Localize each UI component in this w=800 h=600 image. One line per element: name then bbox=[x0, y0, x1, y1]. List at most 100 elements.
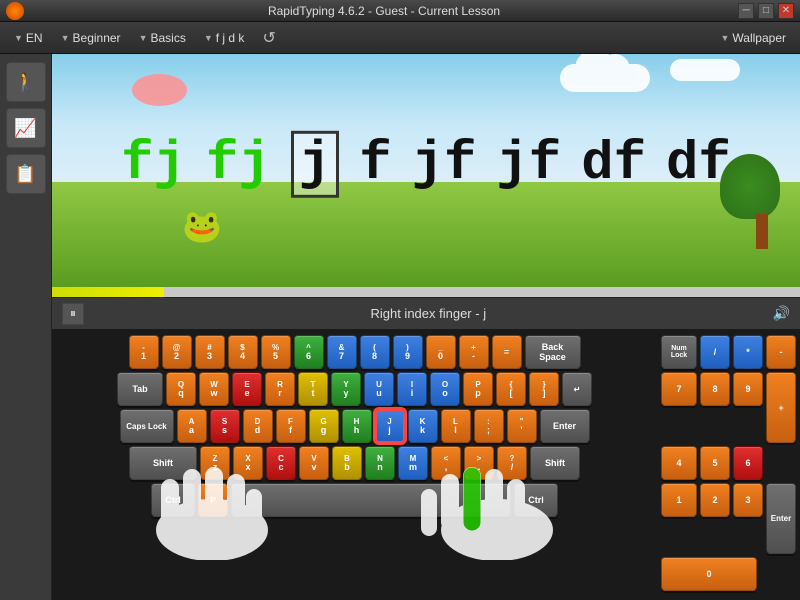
key-shift-left[interactable]: Shift bbox=[129, 446, 197, 480]
key-w[interactable]: Ww bbox=[199, 372, 229, 406]
window-controls: ─ □ ✕ bbox=[738, 3, 794, 19]
key-slash[interactable]: ?/ bbox=[497, 446, 527, 480]
key-num-2[interactable]: 2 bbox=[700, 483, 730, 517]
key-5[interactable]: %5 bbox=[261, 335, 291, 369]
close-button[interactable]: ✕ bbox=[778, 3, 794, 19]
key-bracket[interactable]: = bbox=[492, 335, 522, 369]
sidebar-item-courses[interactable]: 📋 bbox=[6, 154, 46, 194]
main-area: 🚶 📈 📋 bbox=[0, 54, 800, 600]
key-num-8[interactable]: 8 bbox=[700, 372, 730, 406]
key-period[interactable]: >. bbox=[464, 446, 494, 480]
key-l[interactable]: Ll bbox=[441, 409, 471, 443]
numpad-row-4: 1 2 3 Enter bbox=[661, 483, 796, 554]
key-b[interactable]: Bb bbox=[332, 446, 362, 480]
keyboard-row-bottom: Ctrl P Ctrl bbox=[56, 483, 653, 517]
pause-button[interactable]: ⏸ bbox=[62, 303, 84, 325]
numpad-row-1: NumLock / * - bbox=[661, 335, 796, 369]
key-tab[interactable]: Tab bbox=[117, 372, 163, 406]
key-rbracket[interactable]: }] bbox=[529, 372, 559, 406]
key-x[interactable]: Xx bbox=[233, 446, 263, 480]
minimize-button[interactable]: ─ bbox=[738, 3, 754, 19]
level-selector[interactable]: ▼ Beginner bbox=[55, 29, 127, 47]
key-ctrl-left[interactable]: Ctrl bbox=[151, 483, 195, 517]
key-num-minus[interactable]: - bbox=[766, 335, 796, 369]
progress-bar bbox=[52, 287, 164, 297]
language-selector[interactable]: ▼ EN bbox=[8, 29, 49, 47]
key-fn[interactable]: P bbox=[198, 483, 228, 517]
key-eq[interactable]: +- bbox=[459, 335, 489, 369]
key-caps[interactable]: Caps Lock bbox=[120, 409, 174, 443]
key-num-6[interactable]: 6 bbox=[733, 446, 763, 480]
keyboard-main: -1 @2 #3 $4 %5 ^6 &7 (8 )9 _0 +- = bbox=[56, 335, 796, 594]
key-h[interactable]: Hh bbox=[342, 409, 372, 443]
key-num-star[interactable]: * bbox=[733, 335, 763, 369]
key-i[interactable]: Ii bbox=[397, 372, 427, 406]
key-quote[interactable]: "' bbox=[507, 409, 537, 443]
key-spacebar[interactable] bbox=[231, 483, 511, 517]
key-c[interactable]: Cc bbox=[266, 446, 296, 480]
key-q[interactable]: Qq bbox=[166, 372, 196, 406]
sidebar-item-stats[interactable]: 📈 bbox=[6, 108, 46, 148]
key-m[interactable]: Mm bbox=[398, 446, 428, 480]
key-k[interactable]: Kk bbox=[408, 409, 438, 443]
key-enter[interactable]: Enter bbox=[540, 409, 590, 443]
key-num-1[interactable]: 1 bbox=[661, 483, 697, 517]
sidebar: 🚶 📈 📋 bbox=[0, 54, 52, 600]
key-num-slash[interactable]: / bbox=[700, 335, 730, 369]
maximize-button[interactable]: □ bbox=[758, 3, 774, 19]
key-z[interactable]: Zz bbox=[200, 446, 230, 480]
key-num-5[interactable]: 5 bbox=[700, 446, 730, 480]
numpad: NumLock / * - 7 8 9 + 4 bbox=[661, 335, 796, 594]
key-num-3[interactable]: 3 bbox=[733, 483, 763, 517]
wallpaper-selector[interactable]: ▼ Wallpaper bbox=[715, 29, 793, 47]
key-s[interactable]: Ss bbox=[210, 409, 240, 443]
key-num-enter[interactable]: Enter bbox=[766, 483, 796, 554]
key-y[interactable]: Yy bbox=[331, 372, 361, 406]
key-num-plus[interactable]: + bbox=[766, 372, 796, 443]
key-7[interactable]: &7 bbox=[327, 335, 357, 369]
key-8[interactable]: (8 bbox=[360, 335, 390, 369]
key-minus[interactable]: -1 bbox=[129, 335, 159, 369]
key-u[interactable]: Uu bbox=[364, 372, 394, 406]
key-semicolon[interactable]: :; bbox=[474, 409, 504, 443]
sidebar-item-lesson[interactable]: 🚶 bbox=[6, 62, 46, 102]
key-ctrl-right[interactable]: Ctrl bbox=[514, 483, 558, 517]
key-0[interactable]: _0 bbox=[426, 335, 456, 369]
keyboard-wrapper: -1 @2 #3 $4 %5 ^6 &7 (8 )9 _0 +- = bbox=[52, 329, 800, 600]
key-6[interactable]: ^6 bbox=[294, 335, 324, 369]
key-j[interactable]: Jj bbox=[375, 409, 405, 443]
key-shift-right[interactable]: Shift bbox=[530, 446, 580, 480]
key-p[interactable]: Pp bbox=[463, 372, 493, 406]
key-3[interactable]: #3 bbox=[195, 335, 225, 369]
key-d[interactable]: Dd bbox=[243, 409, 273, 443]
ground-background bbox=[52, 182, 800, 287]
key-num-4[interactable]: 4 bbox=[661, 446, 697, 480]
key-num-9[interactable]: 9 bbox=[733, 372, 763, 406]
frog-decoration: 🐸 bbox=[182, 207, 222, 245]
key-r[interactable]: Rr bbox=[265, 372, 295, 406]
key-9[interactable]: )9 bbox=[393, 335, 423, 369]
key-a[interactable]: Aa bbox=[177, 409, 207, 443]
key-2[interactable]: @2 bbox=[162, 335, 192, 369]
key-g[interactable]: Gg bbox=[309, 409, 339, 443]
key-4[interactable]: $4 bbox=[228, 335, 258, 369]
key-v[interactable]: Vv bbox=[299, 446, 329, 480]
key-numlock[interactable]: NumLock bbox=[661, 335, 697, 369]
volume-icon[interactable]: 🔊 bbox=[773, 305, 790, 322]
key-e[interactable]: Ee bbox=[232, 372, 262, 406]
refresh-button[interactable]: ↺ bbox=[256, 26, 281, 50]
key-f[interactable]: Ff bbox=[276, 409, 306, 443]
key-num-7[interactable]: 7 bbox=[661, 372, 697, 406]
decorative-cloud-right2 bbox=[670, 59, 740, 81]
key-num-0[interactable]: 0 bbox=[661, 557, 757, 591]
key-n[interactable]: Nn bbox=[365, 446, 395, 480]
numpad-row-3: 4 5 6 bbox=[661, 446, 796, 480]
key-comma[interactable]: <, bbox=[431, 446, 461, 480]
key-backspace[interactable]: BackSpace bbox=[525, 335, 581, 369]
key-lbracket[interactable]: {[ bbox=[496, 372, 526, 406]
key-enter-top[interactable]: ↵ bbox=[562, 372, 592, 406]
course-selector[interactable]: ▼ Basics bbox=[133, 29, 192, 47]
lesson-selector[interactable]: ▼ f j d k bbox=[198, 29, 251, 47]
key-o[interactable]: Oo bbox=[430, 372, 460, 406]
key-t[interactable]: Tt bbox=[298, 372, 328, 406]
